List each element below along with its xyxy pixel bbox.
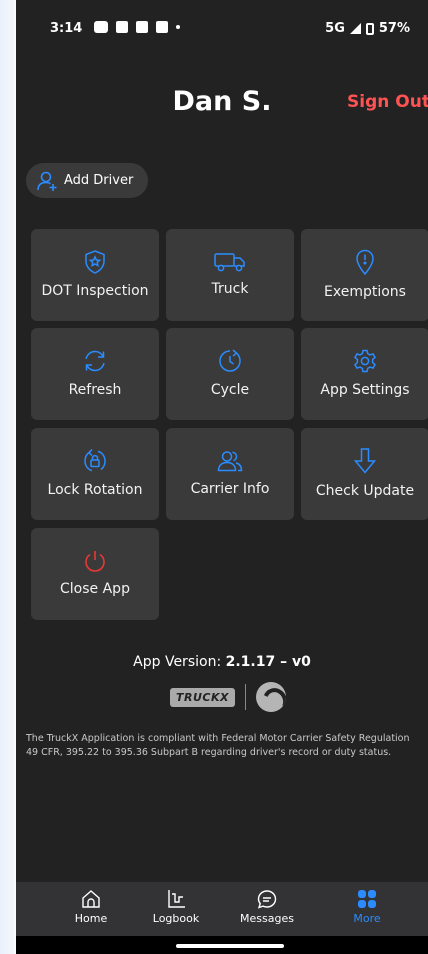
- tile-label: Refresh: [68, 381, 122, 398]
- battery-level: 57%: [378, 21, 410, 36]
- tile-label: Lock Rotation: [47, 481, 143, 498]
- tile-label: Cycle: [210, 381, 250, 398]
- tile-label: DOT Inspection: [41, 282, 149, 299]
- nav-label: More: [353, 912, 381, 925]
- gesture-area: [16, 936, 428, 954]
- location-alert-icon: [356, 249, 374, 275]
- messages-icon: [257, 890, 277, 909]
- logo-divider: [244, 684, 246, 710]
- tile-refresh[interactable]: Refresh: [31, 328, 159, 420]
- nav-home[interactable]: Home: [51, 888, 131, 925]
- home-icon: [82, 890, 100, 908]
- nav-label: Messages: [240, 912, 294, 925]
- app-version: App Version: 2.1.17 – v0: [16, 654, 428, 670]
- status-time: 3:14: [50, 21, 83, 36]
- tile-label: Carrier Info: [190, 480, 270, 497]
- tile-cycle[interactable]: Cycle: [166, 328, 294, 420]
- linkedin-icon: [116, 21, 128, 33]
- add-driver-button[interactable]: Add Driver: [26, 163, 148, 198]
- arrow-down-icon: [353, 447, 377, 474]
- refresh-icon: [85, 350, 105, 371]
- tile-truck[interactable]: Truck: [166, 229, 294, 321]
- tile-label: Exemptions: [324, 283, 406, 300]
- lock-rotation-icon: [84, 448, 106, 471]
- tile-check-update[interactable]: Check Update: [301, 428, 428, 520]
- home-gesture-bar[interactable]: [176, 944, 284, 948]
- teams-icon: [94, 21, 108, 33]
- battery-icon: [365, 22, 374, 35]
- tile-label: Check Update: [315, 482, 415, 499]
- tile-carrier-info[interactable]: Carrier Info: [166, 428, 294, 520]
- status-bar: 3:14 5G 57%: [16, 0, 428, 56]
- tile-label: Truck: [211, 280, 249, 297]
- network-type: 5G: [325, 21, 345, 36]
- nav-label: Home: [74, 912, 108, 925]
- truckx-logo: TRUCKX: [170, 687, 235, 707]
- tile-label: Close App: [60, 580, 130, 597]
- version-number: 2.1.17 – v0: [225, 654, 311, 670]
- more-notifications-dot-icon: [176, 25, 180, 29]
- shield-star-icon: [85, 249, 105, 274]
- people-icon: [217, 450, 243, 471]
- tile-label: App Settings: [320, 381, 410, 398]
- fmcsa-logo-icon: [255, 682, 286, 712]
- partner-logos: TRUCKX: [170, 682, 286, 712]
- gear-icon: [354, 349, 376, 372]
- tile-close-app[interactable]: Close App: [31, 528, 159, 620]
- grid-icon: [358, 890, 376, 908]
- power-icon: [85, 550, 105, 572]
- compliance-text: The TruckX Application is compliant with…: [26, 733, 410, 758]
- tile-dot-inspection[interactable]: DOT Inspection: [31, 229, 159, 321]
- notification-icons: [94, 21, 180, 33]
- clock-cycle-icon: [219, 348, 241, 372]
- sync-icon: [156, 21, 168, 33]
- add-person-icon: [37, 171, 57, 191]
- tile-lock-rotation[interactable]: Lock Rotation: [31, 428, 159, 520]
- nav-messages[interactable]: Messages: [227, 888, 307, 925]
- add-driver-label: Add Driver: [64, 173, 134, 188]
- tile-exemptions[interactable]: Exemptions: [301, 229, 428, 321]
- sign-out-button[interactable]: Sign Out: [347, 92, 428, 112]
- logbook-icon: [168, 890, 185, 908]
- nav-logbook[interactable]: Logbook: [136, 888, 216, 925]
- truck-icon: [214, 252, 245, 271]
- notification-app-icon: [136, 21, 148, 33]
- version-prefix: App Version:: [133, 654, 226, 670]
- nav-label: Logbook: [152, 912, 200, 925]
- signal-icon: [349, 23, 361, 34]
- status-right: 5G 57%: [325, 21, 410, 36]
- nav-more[interactable]: More: [327, 888, 407, 925]
- app-screen: 3:14 5G 57% Dan S. Sign Out Add Driver D…: [16, 0, 428, 954]
- bottom-navigation: Home Logbook Messages More: [16, 882, 428, 936]
- tile-app-settings[interactable]: App Settings: [301, 328, 428, 420]
